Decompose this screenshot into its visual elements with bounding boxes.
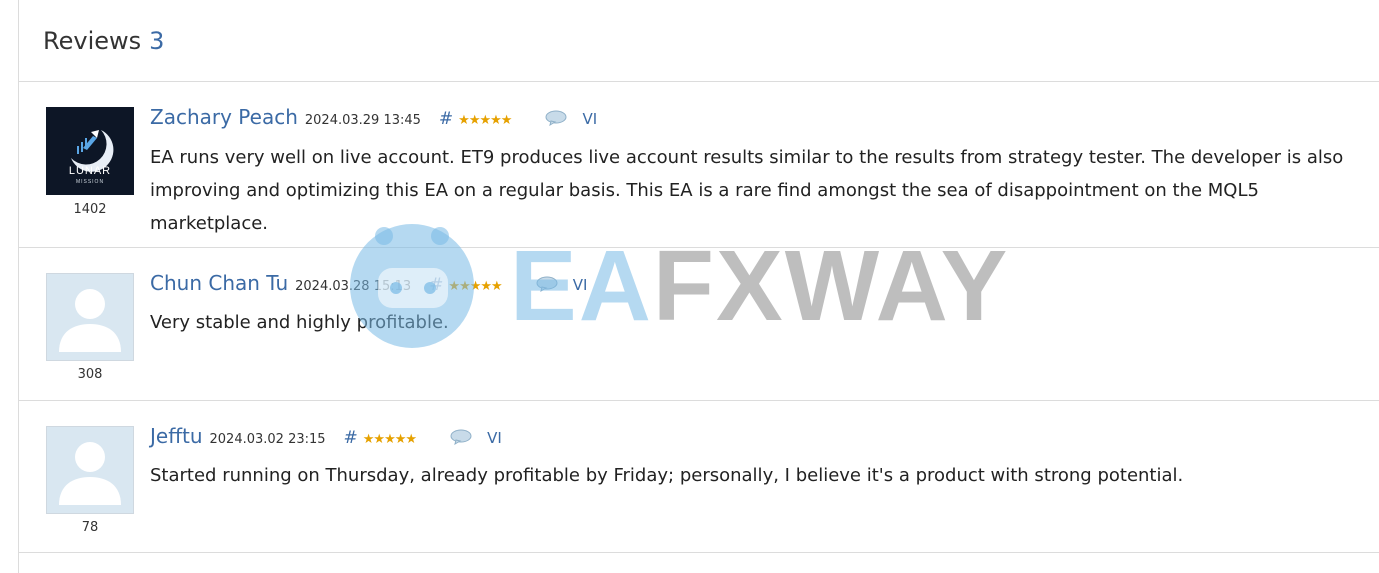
reviews-title-label: Reviews <box>43 27 142 55</box>
language-link[interactable]: VI <box>582 110 597 128</box>
logo-text: LUNAR <box>69 165 111 177</box>
review-date: 2024.03.29 13:45 <box>304 113 421 128</box>
default-user-avatar-icon <box>47 274 133 360</box>
permalink[interactable]: # <box>344 428 358 448</box>
review-text: Started running on Thursday, already pro… <box>150 465 1184 486</box>
reviews-header: Reviews 3 <box>19 0 1379 82</box>
avatar[interactable] <box>46 426 134 514</box>
review-meta: Zachary Peach 2024.03.29 13:45 # ★★★★★ V… <box>150 105 597 133</box>
lunar-mission-logo-icon: LUNAR MISSION <box>47 108 133 194</box>
reply-bubble-icon[interactable] <box>536 276 558 293</box>
language-link[interactable]: VI <box>487 429 502 447</box>
author-link[interactable]: Jefftu <box>150 424 203 448</box>
review-meta: Jefftu 2024.03.02 23:15 # ★★★★★ VI <box>150 424 502 452</box>
avatar[interactable] <box>46 273 134 361</box>
reply-bubble-icon[interactable] <box>545 110 567 127</box>
language-link[interactable]: VI <box>573 276 588 294</box>
reviews-title: Reviews 3 <box>43 27 164 55</box>
rating-stars: ★★★★★ <box>448 279 502 294</box>
review-item: 78 Jefftu 2024.03.02 23:15 # ★★★★★ VI St… <box>19 401 1379 553</box>
author-rating: 1402 <box>73 202 107 217</box>
author-link[interactable]: Chun Chan Tu <box>150 271 288 295</box>
reply-bubble-icon[interactable] <box>450 429 472 446</box>
review-date: 2024.03.28 15:13 <box>295 279 412 294</box>
review-item: 308 Chun Chan Tu 2024.03.28 15:13 # ★★★★… <box>19 248 1379 401</box>
reviews-panel: Reviews 3 LUNAR MISSION 1402 Zachary Peac… <box>18 0 1379 573</box>
author-rating: 308 <box>77 367 103 382</box>
review-date: 2024.03.02 23:15 <box>209 432 326 447</box>
review-text: Very stable and highly profitable. <box>150 312 449 333</box>
default-user-avatar-icon <box>47 427 133 513</box>
reviews-count: 3 <box>149 27 165 55</box>
author-rating: 78 <box>81 520 99 535</box>
author-link[interactable]: Zachary Peach <box>150 105 298 129</box>
permalink[interactable]: # <box>439 109 453 129</box>
logo-subtext: MISSION <box>76 179 104 185</box>
permalink[interactable]: # <box>429 275 443 295</box>
review-meta: Chun Chan Tu 2024.03.28 15:13 # ★★★★★ VI <box>150 271 587 299</box>
review-text: EA runs very well on live account. ET9 p… <box>150 147 1344 234</box>
rating-stars: ★★★★★ <box>458 113 512 128</box>
avatar[interactable]: LUNAR MISSION <box>46 107 134 195</box>
rating-stars: ★★★★★ <box>362 432 417 447</box>
review-item: LUNAR MISSION 1402 Zachary Peach 2024.03… <box>19 82 1379 248</box>
